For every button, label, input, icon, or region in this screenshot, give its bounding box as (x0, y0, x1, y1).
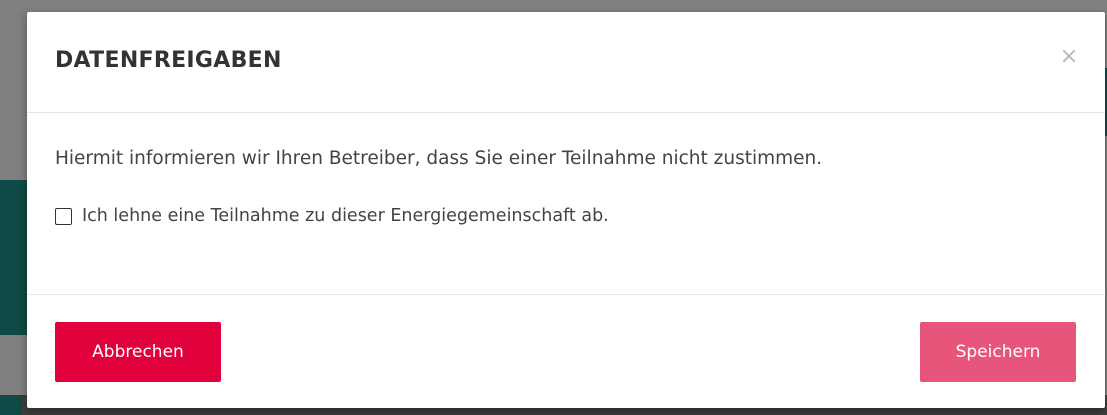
info-text: Hiermit informieren wir Ihren Betreiber,… (55, 148, 823, 169)
save-button[interactable]: Speichern (920, 322, 1076, 382)
modal-body: Hiermit informieren wir Ihren Betreiber,… (27, 113, 1105, 294)
backdrop-bottom-accent (0, 395, 22, 415)
decline-participation-checkbox-row[interactable]: Ich lehne eine Teilnahme zu dieser Energ… (55, 205, 609, 227)
backdrop-panel-left (0, 180, 28, 335)
modal-header: DATENFREIGABEN × (27, 12, 1105, 113)
cancel-button[interactable]: Abbrechen (55, 322, 221, 382)
modal-footer: Abbrechen Speichern (27, 294, 1105, 409)
backdrop-top (0, 0, 1107, 12)
checkbox-unchecked-icon[interactable] (55, 207, 72, 225)
data-sharing-modal: DATENFREIGABEN × Hiermit informieren wir… (27, 12, 1105, 408)
modal-title: DATENFREIGABEN (55, 48, 282, 73)
decline-participation-label[interactable]: Ich lehne eine Teilnahme zu dieser Energ… (82, 206, 609, 226)
close-icon[interactable]: × (1057, 45, 1081, 69)
